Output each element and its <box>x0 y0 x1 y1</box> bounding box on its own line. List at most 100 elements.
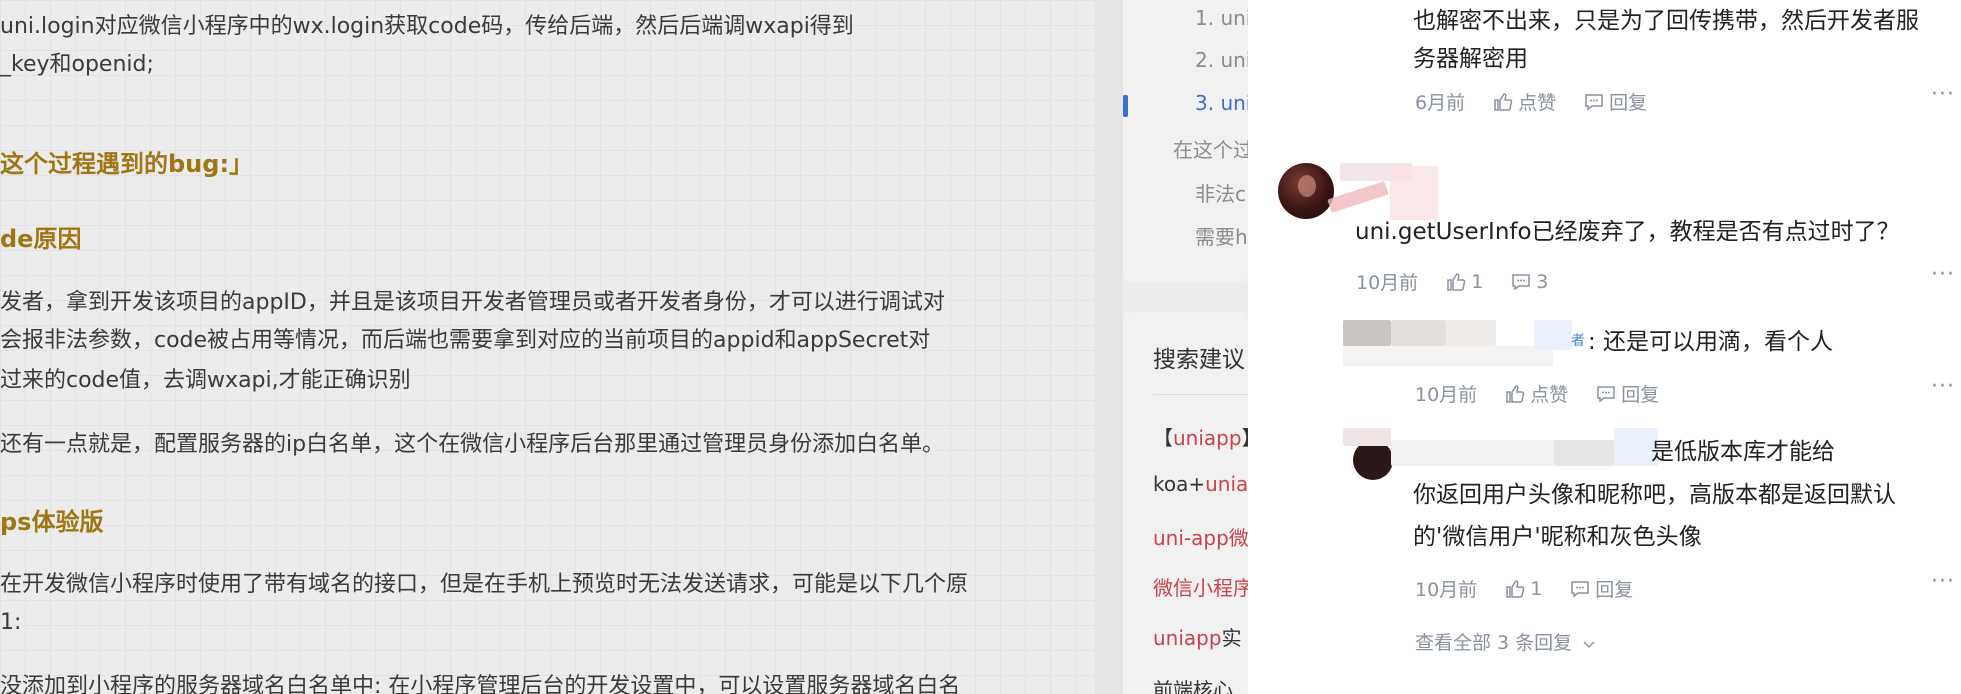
search-suggestion-link[interactable]: 前端核心 <box>1153 674 1233 694</box>
comment-time: 6月前 <box>1415 92 1466 114</box>
blurred-username <box>1446 320 1496 346</box>
view-all-replies-link[interactable]: 查看全部 3 条回复 <box>1415 628 1596 655</box>
article-heading: ps体验版 <box>0 508 104 536</box>
thumbs-up-icon <box>1447 272 1466 291</box>
blurred-username <box>1534 320 1572 350</box>
like-button[interactable]: 点赞 <box>1505 380 1568 407</box>
like-label: 点赞 <box>1518 92 1557 114</box>
blurred-username <box>1343 428 1391 446</box>
toc-item[interactable]: 非法c <box>1195 178 1246 207</box>
link-text: 【 <box>1153 426 1173 450</box>
link-text: 前端核心 <box>1153 678 1233 694</box>
link-text: 微 <box>1228 526 1248 550</box>
view-all-label: 查看全部 3 条回复 <box>1415 632 1573 654</box>
comment-icon <box>1571 580 1590 597</box>
reply-button[interactable]: 回复 <box>1584 88 1647 115</box>
layout-gap <box>1095 0 1123 694</box>
search-suggestions: 搜索建议 【uniapp】 koa+unia uni-app微 微信小程序 un… <box>1123 312 1248 694</box>
blurred-username <box>1327 181 1389 213</box>
toc-item[interactable]: 1. uni <box>1195 6 1248 30</box>
comment-text: uni.getUserInfo已经废弃了，教程是否有点过时了？ <box>1355 219 1900 245</box>
article-paragraph: 还有一点就是，配置服务器的ip白名单，这个在微信小程序后台那里通过管理员身份添加… <box>0 432 945 457</box>
blurred-username <box>1343 320 1391 346</box>
search-suggestion-link[interactable]: koa+unia <box>1153 472 1248 496</box>
like-count: 1 <box>1530 577 1543 600</box>
article-paragraph: 没添加到小程序的服务器域名白名单中: 在小程序管理后台的开发设置中，可以设置服务… <box>0 674 961 694</box>
thumbs-up-icon <box>1506 579 1525 598</box>
toc-active-indicator <box>1123 95 1128 117</box>
reply-label: 回复 <box>1621 384 1660 406</box>
thumbs-up-icon <box>1506 384 1525 403</box>
article-paragraph: 在开发微信小程序时使用了带有域名的接口，但是在手机上预览时无法发送请求，可能是以… <box>0 572 969 597</box>
toc-item[interactable]: 在这个过 <box>1173 134 1248 163</box>
comment-actions: 10月前 1 3 <box>1356 268 1576 295</box>
table-of-contents: 1. uni 2. uni 3. uni 在这个过 非法c 需要h <box>1123 0 1248 282</box>
thumbs-up-icon <box>1494 92 1513 111</box>
divider <box>1153 394 1248 395</box>
like-count: 1 <box>1471 270 1484 293</box>
reply-text: : 还是可以用滴，看个人 <box>1588 329 1834 355</box>
more-options-icon[interactable]: ··· <box>1931 262 1955 287</box>
comment-icon <box>1512 273 1531 290</box>
search-suggestion-link[interactable]: 微信小程序 <box>1153 572 1248 601</box>
toc-item-active[interactable]: 3. uni <box>1195 91 1248 115</box>
blurred-username <box>1391 320 1446 346</box>
link-highlight: unia <box>1205 472 1248 496</box>
comment-actions: 6月前 点赞 回复 <box>1415 88 1675 115</box>
article-paragraph: _key和openid; <box>0 52 154 77</box>
article-content: uni.login对应微信小程序中的wx.login获取code码，传给后端，然… <box>0 0 1095 694</box>
reply-button[interactable]: 3 <box>1511 271 1548 293</box>
comment-time: 10月前 <box>1356 272 1419 294</box>
comment-text: 也解密不出来，只是为了回传携带，然后开发者服 <box>1413 8 1919 34</box>
user-avatar[interactable] <box>1278 163 1334 219</box>
reply-actions: 10月前 点赞 回复 <box>1415 380 1687 407</box>
reply-count: 3 <box>1536 270 1549 293</box>
link-highlight: uniapp <box>1173 426 1242 450</box>
article-paragraph: 1: <box>0 610 22 635</box>
like-button[interactable]: 点赞 <box>1493 88 1556 115</box>
reply-button[interactable]: 回复 <box>1596 380 1659 407</box>
more-options-icon[interactable]: ··· <box>1931 569 1955 594</box>
link-highlight: uniapp <box>1153 626 1222 650</box>
article-paragraph: uni.login对应微信小程序中的wx.login获取code码，传给后端，然… <box>0 14 854 39</box>
comment-time: 10月前 <box>1415 579 1478 601</box>
link-text: 实 <box>1221 626 1242 650</box>
article-heading: de原因 <box>0 225 82 253</box>
link-highlight: 微信小程序 <box>1153 576 1248 600</box>
blurred-username <box>1343 346 1553 366</box>
link-highlight: uni-app <box>1153 526 1229 550</box>
search-suggestion-link[interactable]: uniapp实 <box>1153 622 1242 651</box>
search-suggestion-link[interactable]: uni-app微 <box>1153 522 1248 551</box>
more-options-icon[interactable]: ··· <box>1931 82 1955 107</box>
reply-label: 回复 <box>1595 579 1634 601</box>
article-paragraph: 发者，拿到开发该项目的appID，并且是该项目开发者管理员或者开发者身份，才可以… <box>0 290 945 315</box>
like-label: 点赞 <box>1530 384 1569 406</box>
like-button[interactable]: 1 <box>1505 578 1542 600</box>
link-text: koa+ <box>1153 472 1206 496</box>
author-tag: 者 <box>1571 333 1585 349</box>
comment-time: 10月前 <box>1415 384 1478 406</box>
comment-icon <box>1597 385 1615 402</box>
search-suggestion-link[interactable]: 【uniapp】 <box>1153 422 1248 451</box>
user-avatar[interactable] <box>1353 440 1393 480</box>
reply-label: 回复 <box>1609 92 1648 114</box>
article-paragraph: 会报非法参数，code被占用等情况，而后端也需要拿到对应的当前项目的appid和… <box>0 328 931 353</box>
reply-text: 是低版本库才能给 <box>1651 439 1835 465</box>
article-paragraph: 过来的code值，去调wxapi,才能正确识别 <box>0 368 411 393</box>
article-heading: 这个过程遇到的bug:」 <box>0 150 254 178</box>
reply-text: 你返回用户头像和昵称吧，高版本都是返回默认 <box>1413 482 1896 508</box>
more-options-icon[interactable]: ··· <box>1931 374 1955 399</box>
reply-text: 的'微信用户'昵称和灰色头像 <box>1413 524 1702 550</box>
like-button[interactable]: 1 <box>1446 271 1483 293</box>
blurred-username <box>1390 166 1438 220</box>
search-suggestions-title: 搜索建议 <box>1153 347 1245 373</box>
toc-item[interactable]: 2. uni <box>1195 48 1248 72</box>
chevron-down-icon <box>1583 640 1595 648</box>
comment-text: 务器解密用 <box>1413 46 1528 72</box>
toc-item[interactable]: 需要h <box>1195 221 1248 250</box>
reply-button[interactable]: 回复 <box>1570 575 1633 602</box>
comments-panel: 也解密不出来，只是为了回传携带，然后开发者服 务器解密用 6月前 点赞 回复 ·… <box>1248 0 1961 694</box>
blurred-username <box>1554 440 1614 466</box>
reply-actions: 10月前 1 回复 <box>1415 575 1661 602</box>
comment-icon <box>1585 93 1603 110</box>
